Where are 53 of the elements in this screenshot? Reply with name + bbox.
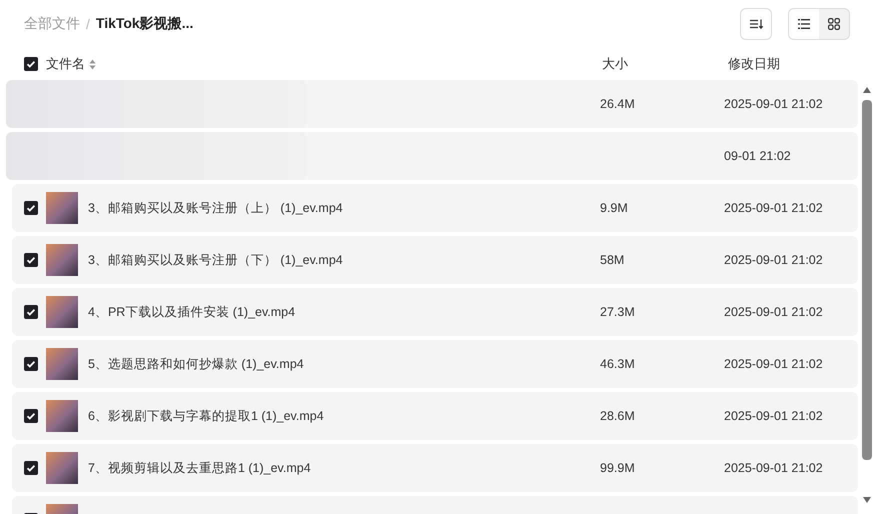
file-row[interactable]: 3、邮箱购买以及账号注册（下） (1)_ev.mp4 58M 2025-09-01 21:02: [12, 236, 858, 284]
modified-date: 2025-09-01 21:02: [724, 97, 823, 111]
file-row[interactable]: 7、视频剪辑以及去重思路1 (1)_ev.mp4 99.9M 2025-09-01 21:02: [12, 444, 858, 492]
list-view-icon: [798, 19, 810, 29]
grid-view-icon: [828, 18, 840, 30]
sort-icon: [750, 19, 762, 29]
checkbox[interactable]: [24, 201, 38, 215]
file-name[interactable]: 3、邮箱购买以及账号注册（下） (1)_ev.mp4: [88, 252, 600, 268]
file-row[interactable]: 5、选题思路和如何抄爆款 (1)_ev.mp4 46.3M 2025-09-01 21:02: [12, 340, 858, 388]
modified-date: 2025-09-01 21:02: [724, 357, 823, 371]
file-row[interactable]: 09-01 21:02: [6, 132, 858, 180]
file-size: 27.3M: [600, 305, 636, 319]
breadcrumb-separator: /: [86, 16, 90, 32]
video-thumbnail: [46, 452, 78, 484]
video-thumbnail: [46, 192, 78, 224]
file-size: 28.6M: [600, 409, 636, 423]
video-thumbnail: [46, 348, 78, 380]
video-thumbnail: [46, 400, 78, 432]
file-size: 9.9M: [600, 201, 629, 215]
file-size: 99.9M: [600, 461, 636, 475]
modified-date: 09-01 21:02: [724, 149, 791, 163]
video-thumbnail: [46, 296, 78, 328]
file-name[interactable]: 7、视频剪辑以及去重思路1 (1)_ev.mp4: [88, 460, 600, 476]
modified-date: 2025-09-01 21:02: [724, 461, 823, 475]
file-name[interactable]: 4、PR下载以及插件安装 (1)_ev.mp4: [88, 304, 600, 320]
checkbox[interactable]: [24, 409, 38, 423]
column-header[interactable]: 大小: [602, 55, 728, 73]
video-thumbnail: [46, 244, 78, 276]
checkbox[interactable]: [24, 305, 38, 319]
modified-date: 2025-09-01 21:02: [724, 253, 823, 267]
column-header[interactable]: 修改日期: [728, 55, 780, 73]
checkbox[interactable]: [24, 253, 38, 267]
file-row[interactable]: 26.4M 2025-09-01 21:02: [6, 80, 858, 128]
file-name[interactable]: 5、选题思路和如何抄爆款 (1)_ev.mp4: [88, 356, 600, 372]
file-row[interactable]: 4、PR下载以及插件安装 (1)_ev.mp4 27.3M 2025-09-01 21:02: [12, 288, 858, 336]
sort-button[interactable]: [740, 8, 772, 40]
sort-icon[interactable]: [89, 58, 96, 70]
file-name[interactable]: 3、邮箱购买以及账号注册（上） (1)_ev.mp4: [88, 200, 600, 216]
modified-date: 2025-09-01 21:02: [724, 409, 823, 423]
checkbox[interactable]: [24, 357, 38, 371]
checkbox[interactable]: [24, 461, 38, 475]
file-size: 46.3M: [600, 357, 636, 371]
list-view-button[interactable]: [789, 9, 819, 39]
breadcrumb-item: TikTok影视搬...: [96, 15, 194, 33]
file-size: 26.4M: [600, 97, 636, 111]
file-name[interactable]: 6、影视剧下载与字幕的提取1 (1)_ev.mp4: [88, 408, 600, 424]
modified-date: 2025-09-01 21:02: [724, 201, 823, 215]
file-row[interactable]: 3、邮箱购买以及账号注册（上） (1)_ev.mp4 9.9M 2025-09-01 21:02: [12, 184, 858, 232]
file-row[interactable]: 6、影视剧下载与字幕的提取1 (1)_ev.mp4 28.6M 2025-09-01 21:02: [12, 392, 858, 440]
column-header[interactable]: 文件名: [46, 55, 85, 73]
file-size: 58M: [600, 253, 626, 267]
checkbox[interactable]: [24, 57, 38, 71]
modified-date: 2025-09-01 21:02: [724, 305, 823, 319]
